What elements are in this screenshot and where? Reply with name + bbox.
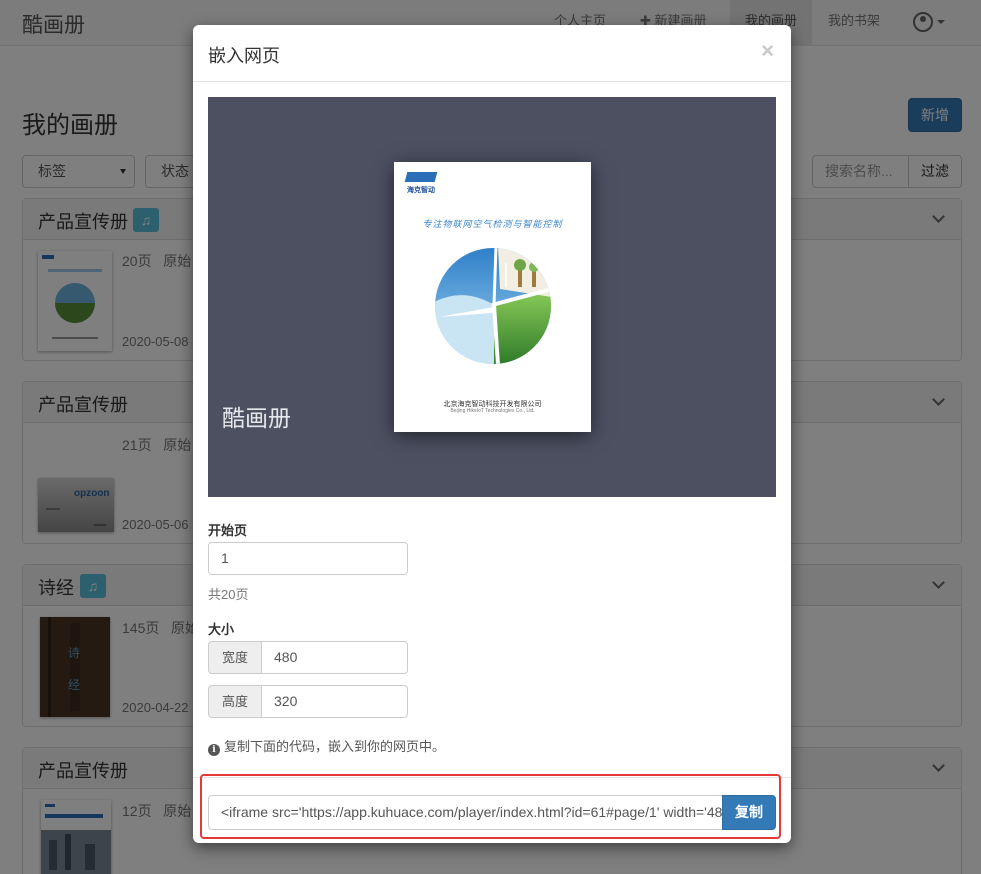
width-addon: 宽度: [208, 641, 262, 674]
modal-header: 嵌入网页 ×: [193, 25, 791, 82]
cover-tagline: 专注物联网空气检测与智能控制: [422, 219, 563, 229]
embed-hint: i 复制下面的代码，嵌入到你的网页中。: [208, 736, 445, 756]
embed-modal: 嵌入网页 × 海克智动 专注物联网空气检测与智能控制 北京海克智动科技开发有限公…: [193, 25, 791, 843]
modal-title: 嵌入网页: [208, 46, 280, 66]
start-page-label: 开始页: [208, 523, 248, 538]
preview-watermark-logo: 酷画册: [222, 405, 291, 431]
close-icon[interactable]: ×: [761, 38, 774, 64]
brand-logo-icon: [404, 172, 438, 182]
size-label: 大小: [208, 622, 235, 637]
embed-hint-text: 复制下面的代码，嵌入到你的网页中。: [224, 739, 446, 754]
width-input[interactable]: 480: [261, 641, 408, 674]
total-pages: 共20页: [208, 587, 249, 602]
start-page-input[interactable]: 1: [208, 542, 408, 575]
album-cover: 海克智动 专注物联网空气检测与智能控制 北京海克智动科技开发有限公司 Beiji…: [394, 162, 591, 432]
cover-circle-image: [435, 248, 551, 364]
height-input[interactable]: 320: [261, 685, 408, 718]
embed-preview[interactable]: 海克智动 专注物联网空气检测与智能控制 北京海克智动科技开发有限公司 Beiji…: [208, 97, 776, 497]
highlight-box: [200, 774, 781, 839]
info-icon: i: [208, 744, 220, 756]
cover-brand: 海克智动: [407, 187, 435, 194]
height-addon: 高度: [208, 685, 262, 718]
cover-company-en: Beijing HikeIoT Technologies Co., Ltd.: [450, 408, 535, 414]
